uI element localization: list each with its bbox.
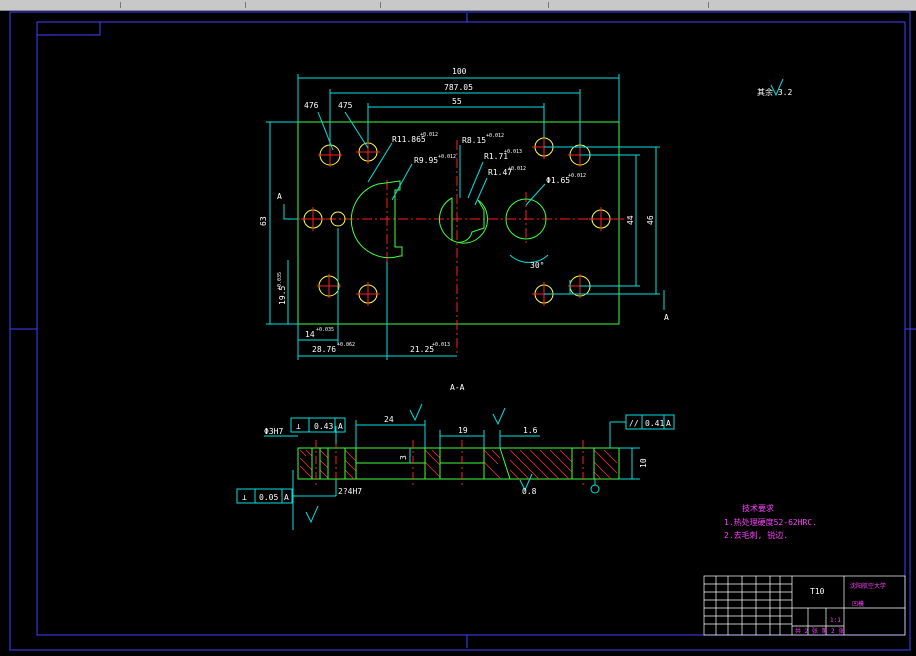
dim-text-19: 19	[458, 426, 468, 435]
dim-tol-r11865: +0.012	[420, 132, 438, 138]
tol-bottom-symbol: ⊥	[242, 493, 247, 502]
section-hatching	[299, 449, 618, 480]
dim-tol-r147: +0.012	[508, 166, 526, 172]
dim-tol-195: +0.035	[277, 272, 283, 290]
dim-text-63: 63	[259, 216, 268, 226]
dim-tol-r171: +0.013	[504, 149, 522, 155]
drawing-frame	[9, 11, 916, 651]
tol-bottom-value: 0.05	[259, 493, 278, 502]
tb-material: T10	[810, 587, 825, 596]
roughness-symbol-2	[492, 407, 506, 426]
inner-border	[36, 21, 906, 636]
dim-text-2-4h7: 2?4H7	[338, 487, 362, 496]
roughness-text-08: 0.8	[522, 487, 537, 496]
dim-text-r815: R8.15	[462, 136, 486, 145]
dim-tol-2876: +0.062	[337, 342, 355, 348]
dim-text-phi165: Φ1.65	[546, 176, 570, 185]
leader-r147	[474, 177, 488, 206]
section-title: A-A	[450, 383, 465, 392]
leader-r11865	[367, 142, 393, 183]
dim-text-787: 787.05	[444, 83, 473, 92]
notes-line-1: 1.热处理硬度52-62HRC.	[724, 517, 817, 527]
dim-text-2125: 21.25	[410, 345, 434, 354]
hatch-lines	[299, 449, 618, 480]
corner-stamp	[37, 22, 101, 36]
top-dimension-lines	[266, 74, 665, 360]
tolerance-frames	[236, 414, 675, 504]
dim-tol-2125: +0.013	[432, 342, 450, 348]
title-block-grid	[704, 576, 827, 635]
dim-text-476: 476	[304, 101, 319, 110]
roughness-symbol-4	[305, 505, 319, 524]
dim-text-r995: R9.95	[414, 156, 438, 165]
dim-tol-r815: +0.012	[486, 133, 504, 139]
dim-text-44: 44	[626, 215, 635, 225]
tol-bottom-datum: A	[284, 493, 289, 502]
tol-parallel-datum: A	[666, 419, 671, 428]
notes-heading: 技术要求	[742, 503, 774, 513]
leader-475	[344, 111, 369, 149]
leader-476	[317, 111, 334, 151]
technical-notes: 技术要求 1.热处理硬度52-62HRC. 2.去毛刺, 锐边.	[724, 503, 817, 540]
middle-profile-outline	[439, 197, 488, 244]
dim-text-24: 24	[384, 415, 394, 424]
cad-drawing-canvas[interactable]: 100 787.05 55 476 475 R11.865 +0.012 R8.…	[0, 0, 916, 656]
tb-scale: 1:1	[830, 617, 841, 624]
dim-text-100: 100	[452, 67, 467, 76]
dim-text-16: 1.6	[523, 426, 538, 435]
dim-tol-phi165: +0.012	[568, 173, 586, 179]
tol-top-symbol: ⊥	[296, 422, 301, 431]
tol-parallel-value: 0.41	[645, 419, 664, 428]
datum-symbol	[590, 484, 600, 494]
tol-top-value: 0.43	[314, 422, 333, 431]
dim-text-phi3h7: Φ3H7	[264, 427, 283, 436]
roughness-symbol-1	[409, 403, 423, 422]
dim-tol-14: +0.035	[316, 327, 334, 333]
section-label-left: A	[277, 192, 282, 201]
dim-text-2876: 28.76	[312, 345, 336, 354]
dim-text-3: 3	[399, 455, 408, 460]
outer-border	[9, 11, 911, 651]
dim-text-angle: 30°	[530, 261, 544, 270]
top-view: 100 787.05 55 476 475 R11.865 +0.012 R8.…	[259, 67, 792, 360]
tol-parallel-symbol: //	[629, 419, 639, 428]
dim-text-55: 55	[452, 97, 462, 106]
edge-9	[499, 447, 511, 480]
dim-text-475: 475	[338, 101, 353, 110]
notes-line-2: 2.去毛刺, 锐边.	[724, 530, 788, 540]
section-cut-left	[283, 204, 298, 220]
section-edges	[311, 447, 595, 480]
dim-text-46: 46	[646, 215, 655, 225]
tol-top-datum: A	[338, 422, 343, 431]
section-label-right: A	[664, 313, 669, 322]
dim-text-14: 14	[305, 330, 315, 339]
dim-tol-r995: +0.012	[438, 154, 456, 160]
dim-text-10: 10	[639, 458, 648, 468]
section-view: A-A 24 19 1.6 10 3 Φ3H7 2?4H7 0.8 ⊥ 0.43…	[236, 78, 784, 530]
tb-part-name: 凹模	[852, 600, 864, 608]
tb-school: 沈阳航空大学	[850, 582, 886, 590]
tb-sheet: 共 2 张 第 2 张	[795, 627, 844, 635]
